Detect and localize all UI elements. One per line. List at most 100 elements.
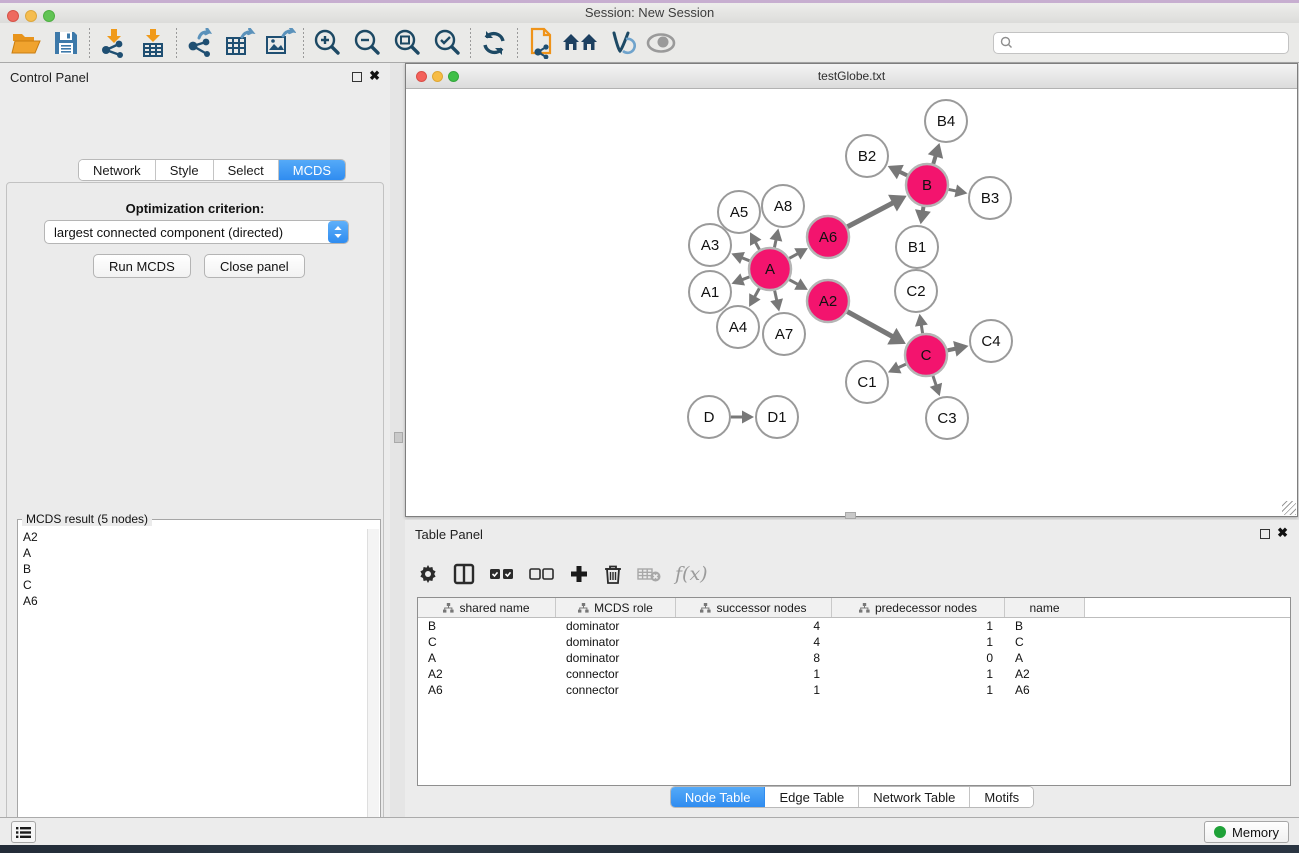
mcds-result-item[interactable]: B [19,561,368,577]
select-all-columns-button[interactable] [489,568,515,580]
table-settings-button[interactable] [417,563,439,585]
search-box[interactable] [993,32,1289,54]
table-row[interactable]: A2connector11A2 [418,666,1290,682]
column-header-successor-nodes[interactable]: successor nodes [676,598,832,617]
export-table-button[interactable] [220,25,260,61]
tab-style[interactable]: Style [156,160,214,180]
table-cell[interactable]: dominator [556,634,676,650]
table-cell[interactable]: 1 [832,666,1005,682]
table-cell[interactable]: B [418,618,556,634]
delete-table-button[interactable] [637,566,661,582]
split-divider-handle[interactable] [845,512,856,519]
function-builder-button[interactable]: f(x) [675,563,708,585]
network-canvas[interactable]: B4B2BB3A8A5A6A3B1AA1C2A2A4A7C4CC1C3DD1 [406,89,1297,516]
column-header-shared-name[interactable]: shared name [418,598,556,617]
table-cell[interactable]: 1 [676,682,832,698]
table-row[interactable]: Adominator80A [418,650,1290,666]
table-cell[interactable]: 0 [832,650,1005,666]
column-header-predecessor-nodes[interactable]: predecessor nodes [832,598,1005,617]
table-cell[interactable]: dominator [556,618,676,634]
minimize-window-icon[interactable] [25,10,37,22]
table-cell[interactable]: A [1005,650,1085,666]
close-window-icon[interactable] [7,10,19,22]
zoom-in-button[interactable] [307,25,347,61]
show-graphics-details-button[interactable] [601,25,641,61]
minimize-network-icon[interactable] [432,71,443,82]
birds-eye-view-button[interactable] [641,25,681,61]
run-mcds-button[interactable]: Run MCDS [93,254,191,278]
tab-network[interactable]: Network [79,160,156,180]
unselect-all-columns-button[interactable] [529,568,555,580]
float-panel-icon[interactable] [352,72,362,82]
table-cell[interactable]: A2 [418,666,556,682]
close-network-icon[interactable] [416,71,427,82]
mcds-result-item[interactable]: A2 [19,529,368,545]
split-divider-handle[interactable] [394,432,403,443]
table-cell[interactable]: 4 [676,634,832,650]
tab-motifs[interactable]: Motifs [970,787,1033,807]
float-panel-icon[interactable] [1260,529,1270,539]
new-network-from-file-button[interactable] [521,25,561,61]
table-row[interactable]: Bdominator41B [418,618,1290,634]
table-cell[interactable]: A2 [1005,666,1085,682]
table-cell[interactable]: connector [556,666,676,682]
tab-edge-table[interactable]: Edge Table [765,787,859,807]
table-cell[interactable]: 1 [832,682,1005,698]
node-table[interactable]: shared nameMCDS rolesuccessor nodesprede… [417,597,1291,786]
graph-edge-A2-C[interactable] [847,312,893,338]
tab-node-table[interactable]: Node Table [671,787,766,807]
maximize-window-icon[interactable] [43,10,55,22]
table-cell[interactable]: 8 [676,650,832,666]
close-panel-button[interactable]: Close panel [204,254,305,278]
table-cell[interactable]: connector [556,682,676,698]
table-cell[interactable]: 4 [676,618,832,634]
search-input[interactable] [1018,36,1282,50]
mcds-result-item[interactable]: A [19,545,368,561]
add-column-button[interactable] [569,564,589,584]
close-panel-icon[interactable]: ✖ [1277,526,1288,540]
delete-column-button[interactable] [603,563,623,585]
close-panel-icon[interactable]: ✖ [369,69,380,83]
resize-gripper-icon[interactable] [1282,501,1296,515]
export-network-button[interactable] [180,25,220,61]
tab-select[interactable]: Select [214,160,279,180]
home-pages-button[interactable] [561,25,601,61]
mcds-result-item[interactable]: C [19,577,368,593]
column-header-MCDS-role[interactable]: MCDS role [556,598,676,617]
column-browser-button[interactable] [453,563,475,585]
title-bar[interactable]: Session: New Session [0,3,1299,23]
task-history-button[interactable] [11,821,36,843]
network-graph[interactable]: B4B2BB3A8A5A6A3B1AA1C2A2A4A7C4CC1C3DD1 [406,89,1297,516]
mcds-result-item[interactable]: A6 [19,593,368,609]
refresh-button[interactable] [474,25,514,61]
table-cell[interactable]: 1 [832,634,1005,650]
memory-button[interactable]: Memory [1204,821,1289,843]
table-cell[interactable]: dominator [556,650,676,666]
import-table-button[interactable] [133,25,173,61]
table-cell[interactable]: C [418,634,556,650]
tab-mcds[interactable]: MCDS [279,160,345,180]
table-cell[interactable]: A [418,650,556,666]
import-network-button[interactable] [93,25,133,61]
maximize-network-icon[interactable] [448,71,459,82]
table-cell[interactable]: 1 [832,618,1005,634]
graph-edge-A6-B[interactable] [847,202,894,227]
tab-network-table[interactable]: Network Table [859,787,970,807]
mcds-result-scrollbar[interactable] [367,529,379,853]
zoom-selected-button[interactable] [427,25,467,61]
column-header-name[interactable]: name [1005,598,1085,617]
zoom-fit-button[interactable] [387,25,427,61]
save-session-button[interactable] [46,25,86,61]
network-window-titlebar[interactable]: testGlobe.txt [406,64,1297,89]
table-cell[interactable]: C [1005,634,1085,650]
table-cell[interactable]: 1 [676,666,832,682]
table-cell[interactable]: A6 [418,682,556,698]
table-cell[interactable]: B [1005,618,1085,634]
zoom-out-button[interactable] [347,25,387,61]
table-cell[interactable]: A6 [1005,682,1085,698]
table-row[interactable]: Cdominator41C [418,634,1290,650]
mcds-result-list[interactable]: A2ABCA6 [19,529,368,853]
criterion-dropdown[interactable]: largest connected component (directed) [44,220,349,244]
open-file-button[interactable] [6,25,46,61]
table-row[interactable]: A6connector11A6 [418,682,1290,698]
